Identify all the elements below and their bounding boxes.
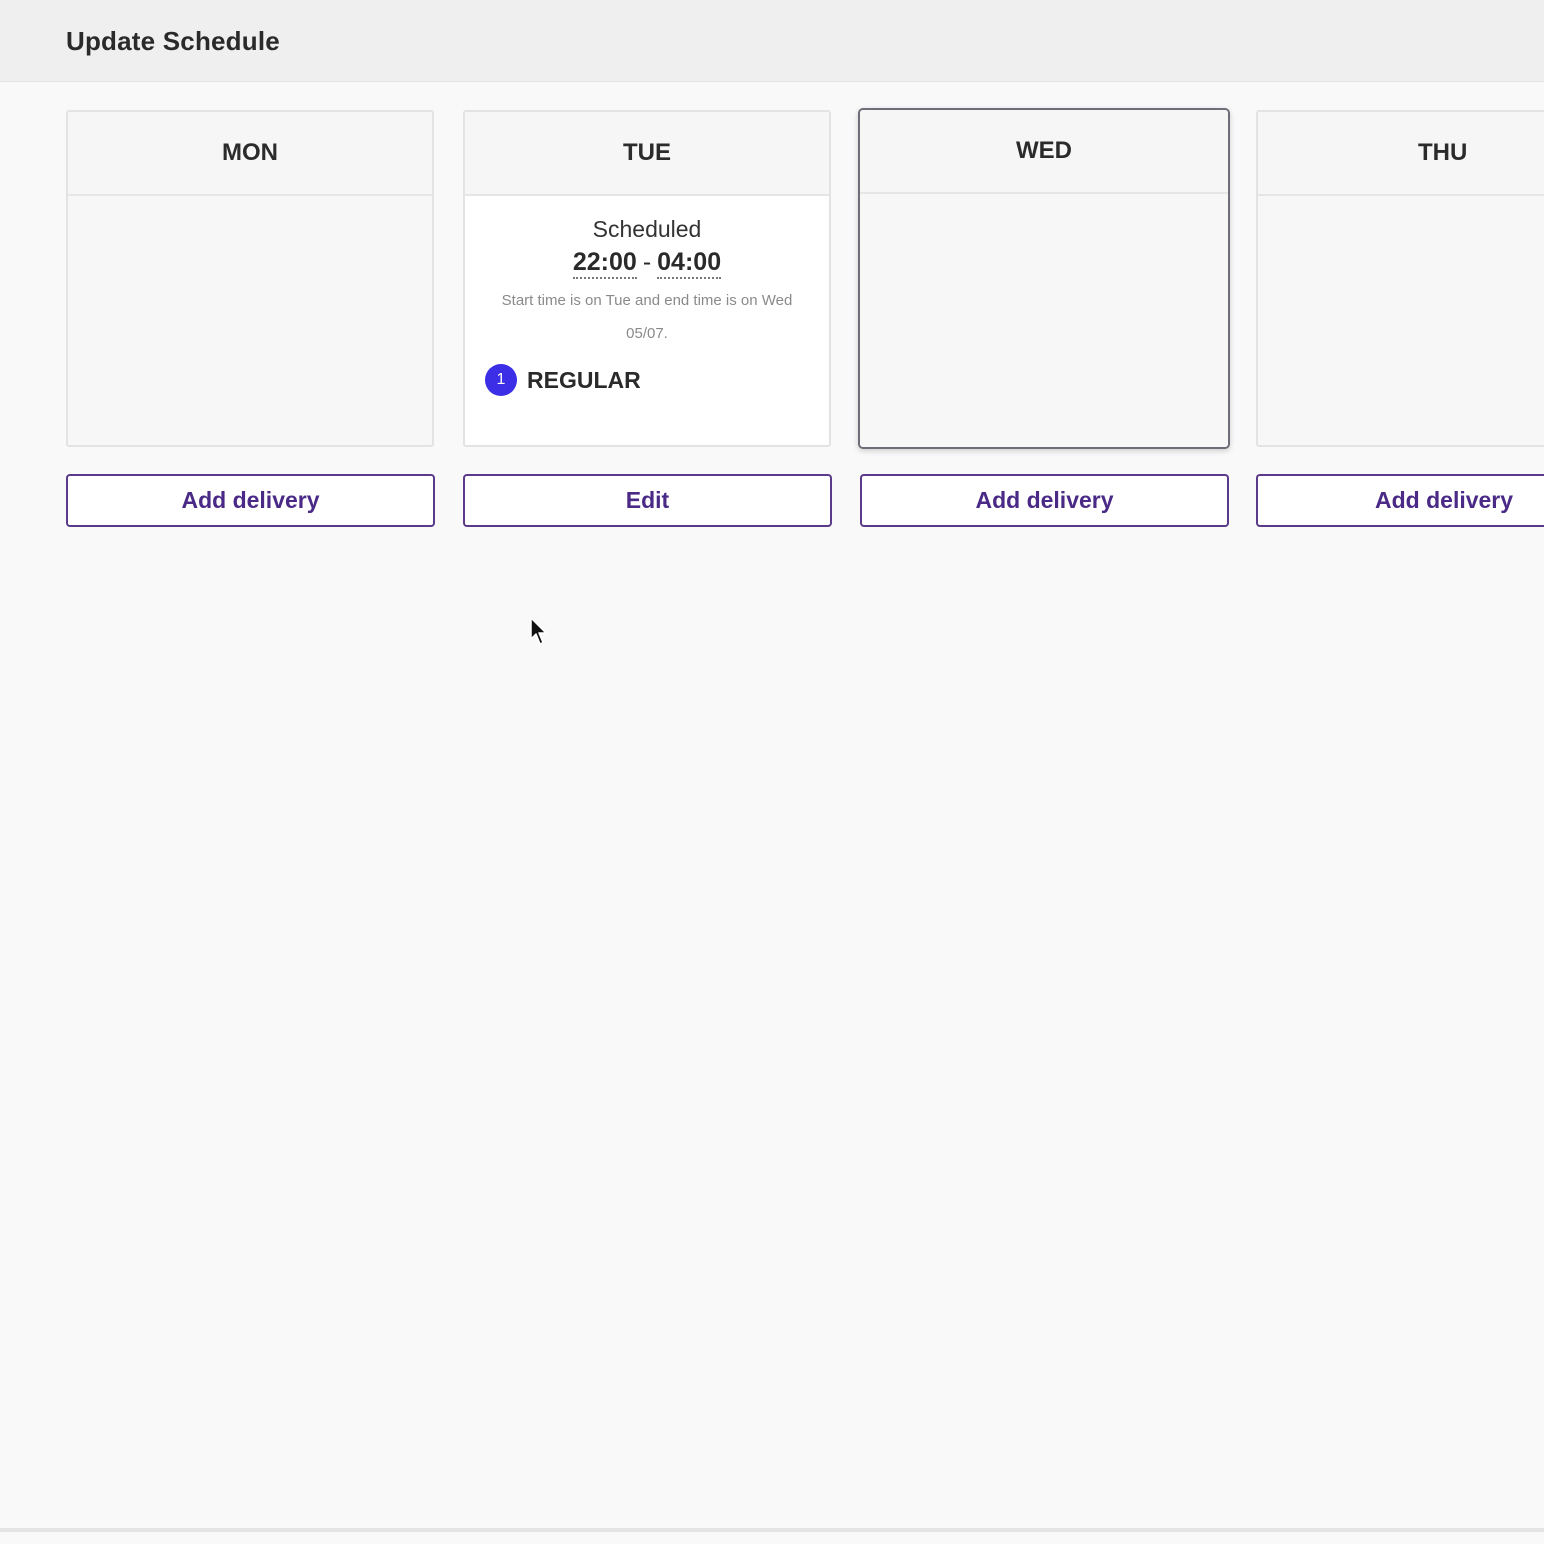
delivery-type-label: REGULAR xyxy=(527,366,641,393)
day-header: THU xyxy=(1258,112,1544,196)
edit-button-tue[interactable]: Edit xyxy=(463,474,832,527)
day-card-tue[interactable]: TUE Scheduled 22:00-04:00 Start time is … xyxy=(463,110,831,447)
day-body-empty[interactable] xyxy=(68,196,432,445)
start-time[interactable]: 22:00 xyxy=(572,248,637,279)
time-separator: - xyxy=(642,248,652,276)
mouse-pointer-icon xyxy=(530,617,547,645)
end-time[interactable]: 04:00 xyxy=(657,248,722,279)
day-body: Scheduled 22:00-04:00 Start time is on T… xyxy=(465,196,829,445)
page-title: Update Schedule xyxy=(66,26,280,56)
day-card-mon[interactable]: MON xyxy=(66,110,434,447)
add-delivery-button-thu[interactable]: Add delivery xyxy=(1256,474,1544,527)
delivery-type-badge: 1 REGULAR xyxy=(485,364,641,396)
schedule-time-range: 22:00-04:00 xyxy=(465,248,829,279)
bottom-divider xyxy=(0,1528,1544,1532)
count-badge: 1 xyxy=(485,364,517,396)
day-card-thu[interactable]: THU xyxy=(1256,110,1544,447)
day-body-empty[interactable] xyxy=(860,194,1228,447)
schedule-status: Scheduled xyxy=(592,216,702,242)
day-header: MON xyxy=(68,112,432,196)
add-delivery-button-mon[interactable]: Add delivery xyxy=(66,474,435,527)
day-header: WED xyxy=(860,110,1228,194)
day-body-empty[interactable] xyxy=(1258,196,1544,445)
schedule-note: Start time is on Tue and end time is on … xyxy=(501,292,793,342)
add-delivery-button-wed[interactable]: Add delivery xyxy=(860,474,1229,527)
day-header: TUE xyxy=(465,112,829,196)
page-header: Update Schedule xyxy=(0,0,1544,82)
day-card-wed[interactable]: WED xyxy=(858,108,1230,449)
